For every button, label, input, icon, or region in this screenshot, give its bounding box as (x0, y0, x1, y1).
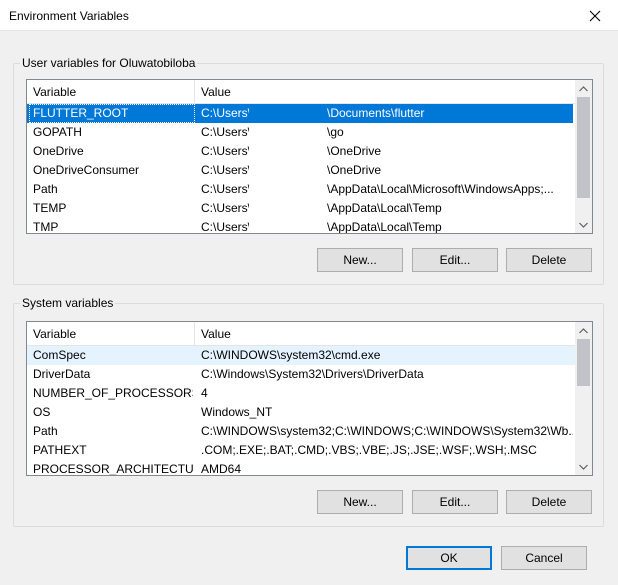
system-edit-button[interactable]: Edit... (412, 490, 498, 514)
close-icon (589, 10, 601, 21)
table-row[interactable]: NUMBER_OF_PROCESSORS 4 (27, 384, 575, 403)
variable-name: OneDrive (33, 144, 84, 158)
vertical-scrollbar[interactable] (575, 80, 592, 233)
chevron-down-icon (579, 464, 588, 470)
title-bar: Environment Variables (0, 0, 618, 31)
table-row[interactable]: GOPATH C:\Users\ \go (27, 123, 575, 142)
chevron-up-icon (579, 85, 588, 91)
redacted-region (249, 161, 327, 180)
table-row[interactable]: FLUTTER_ROOT C:\Users\ \Documents\flutte… (27, 104, 573, 123)
redacted-region (249, 142, 327, 161)
variable-value: 4 (201, 386, 208, 400)
variable-value-suffix: \AppData\Local\Microsoft\WindowsApps;... (327, 182, 554, 196)
ok-button[interactable]: OK (406, 546, 492, 570)
variable-value-suffix: \Documents\flutter (327, 106, 425, 120)
system-delete-button[interactable]: Delete (506, 490, 592, 514)
variable-value: C:\WINDOWS\system32\cmd.exe (201, 348, 381, 362)
list-header: Variable Value (27, 322, 575, 346)
table-row[interactable]: TEMP C:\Users\ \AppData\Local\Temp (27, 199, 575, 218)
chevron-up-icon (579, 327, 588, 333)
scrollbar-thumb[interactable] (577, 339, 590, 386)
variable-name: TEMP (33, 201, 67, 215)
variable-name: GOPATH (33, 125, 82, 139)
redacted-region (249, 104, 327, 123)
user-variables-list[interactable]: Variable Value FLUTTER_ROOT C:\Users\ \D… (26, 79, 593, 234)
close-button[interactable] (572, 0, 618, 31)
variable-value: Windows_NT (201, 405, 273, 419)
column-header-value[interactable]: Value (195, 80, 575, 104)
column-header-variable[interactable]: Variable (27, 322, 195, 346)
list-header: Variable Value (27, 80, 575, 104)
variable-name: PROCESSOR_ARCHITECTURE (33, 462, 193, 476)
redacted-region (249, 218, 327, 233)
table-row[interactable]: Path C:\WINDOWS\system32;C:\WINDOWS;C:\W… (27, 422, 575, 441)
user-variables-rows: FLUTTER_ROOT C:\Users\ \Documents\flutte… (27, 104, 575, 233)
variable-value-suffix: \AppData\Local\Temp (327, 220, 442, 234)
scrollbar-thumb[interactable] (577, 97, 590, 198)
system-variables-rows: ComSpec C:\WINDOWS\system32\cmd.exe Driv… (27, 346, 575, 475)
variable-name: FLUTTER_ROOT (29, 104, 195, 123)
redacted-region (249, 180, 327, 199)
variable-value: AMD64 (201, 462, 242, 476)
scroll-down-button[interactable] (575, 216, 592, 233)
chevron-down-icon (579, 222, 588, 228)
table-row[interactable]: TMP C:\Users\ \AppData\Local\Temp (27, 218, 575, 234)
variable-name: ComSpec (33, 348, 86, 362)
table-row[interactable]: Path C:\Users\ \AppData\Local\Microsoft\… (27, 180, 575, 199)
user-variables-label: User variables for Oluwatobiloba (20, 56, 198, 70)
variable-name: OS (33, 405, 51, 419)
window-title: Environment Variables (9, 9, 129, 23)
variable-name: NUMBER_OF_PROCESSORS (33, 386, 193, 400)
variable-value: .COM;.EXE;.BAT;.CMD;.VBS;.VBE;.JS;.JSE;.… (201, 443, 537, 457)
scroll-up-button[interactable] (575, 80, 592, 97)
system-variables-label: System variables (20, 296, 116, 310)
table-row[interactable]: PROCESSOR_ARCHITECTURE AMD64 (27, 460, 575, 476)
variable-name: TMP (33, 220, 59, 234)
variable-value: C:\Windows\System32\Drivers\DriverData (201, 367, 424, 381)
table-row[interactable]: PATHEXT .COM;.EXE;.BAT;.CMD;.VBS;.VBE;.J… (27, 441, 575, 460)
user-edit-button[interactable]: Edit... (412, 248, 498, 272)
variable-value-suffix: \AppData\Local\Temp (327, 201, 442, 215)
column-header-variable[interactable]: Variable (27, 80, 195, 104)
variable-value-suffix: \OneDrive (327, 144, 382, 158)
variable-name: DriverData (33, 367, 91, 381)
scroll-down-button[interactable] (575, 458, 592, 475)
system-new-button[interactable]: New... (317, 490, 403, 514)
vertical-scrollbar[interactable] (575, 322, 592, 475)
variable-name: Path (33, 424, 58, 438)
variable-value-suffix: \go (327, 125, 344, 139)
redacted-region (249, 123, 327, 142)
column-header-value[interactable]: Value (195, 322, 575, 346)
variable-name: OneDriveConsumer (33, 163, 140, 177)
variable-name: PATHEXT (33, 443, 87, 457)
table-row[interactable]: OS Windows_NT (27, 403, 575, 422)
user-new-button[interactable]: New... (317, 248, 403, 272)
table-row[interactable]: DriverData C:\Windows\System32\Drivers\D… (27, 365, 575, 384)
redacted-region (249, 199, 327, 218)
system-variables-list[interactable]: Variable Value ComSpec C:\WINDOWS\system… (26, 321, 593, 476)
table-row[interactable]: OneDriveConsumer C:\Users\ \OneDrive (27, 161, 575, 180)
cancel-button[interactable]: Cancel (501, 546, 587, 570)
user-delete-button[interactable]: Delete (506, 248, 592, 272)
table-row[interactable]: OneDrive C:\Users\ \OneDrive (27, 142, 575, 161)
variable-value-suffix: \OneDrive (327, 163, 382, 177)
variable-name: Path (33, 182, 58, 196)
table-row[interactable]: ComSpec C:\WINDOWS\system32\cmd.exe (27, 346, 575, 365)
scroll-up-button[interactable] (575, 322, 592, 339)
variable-value: C:\WINDOWS\system32;C:\WINDOWS;C:\WINDOW… (201, 424, 573, 438)
